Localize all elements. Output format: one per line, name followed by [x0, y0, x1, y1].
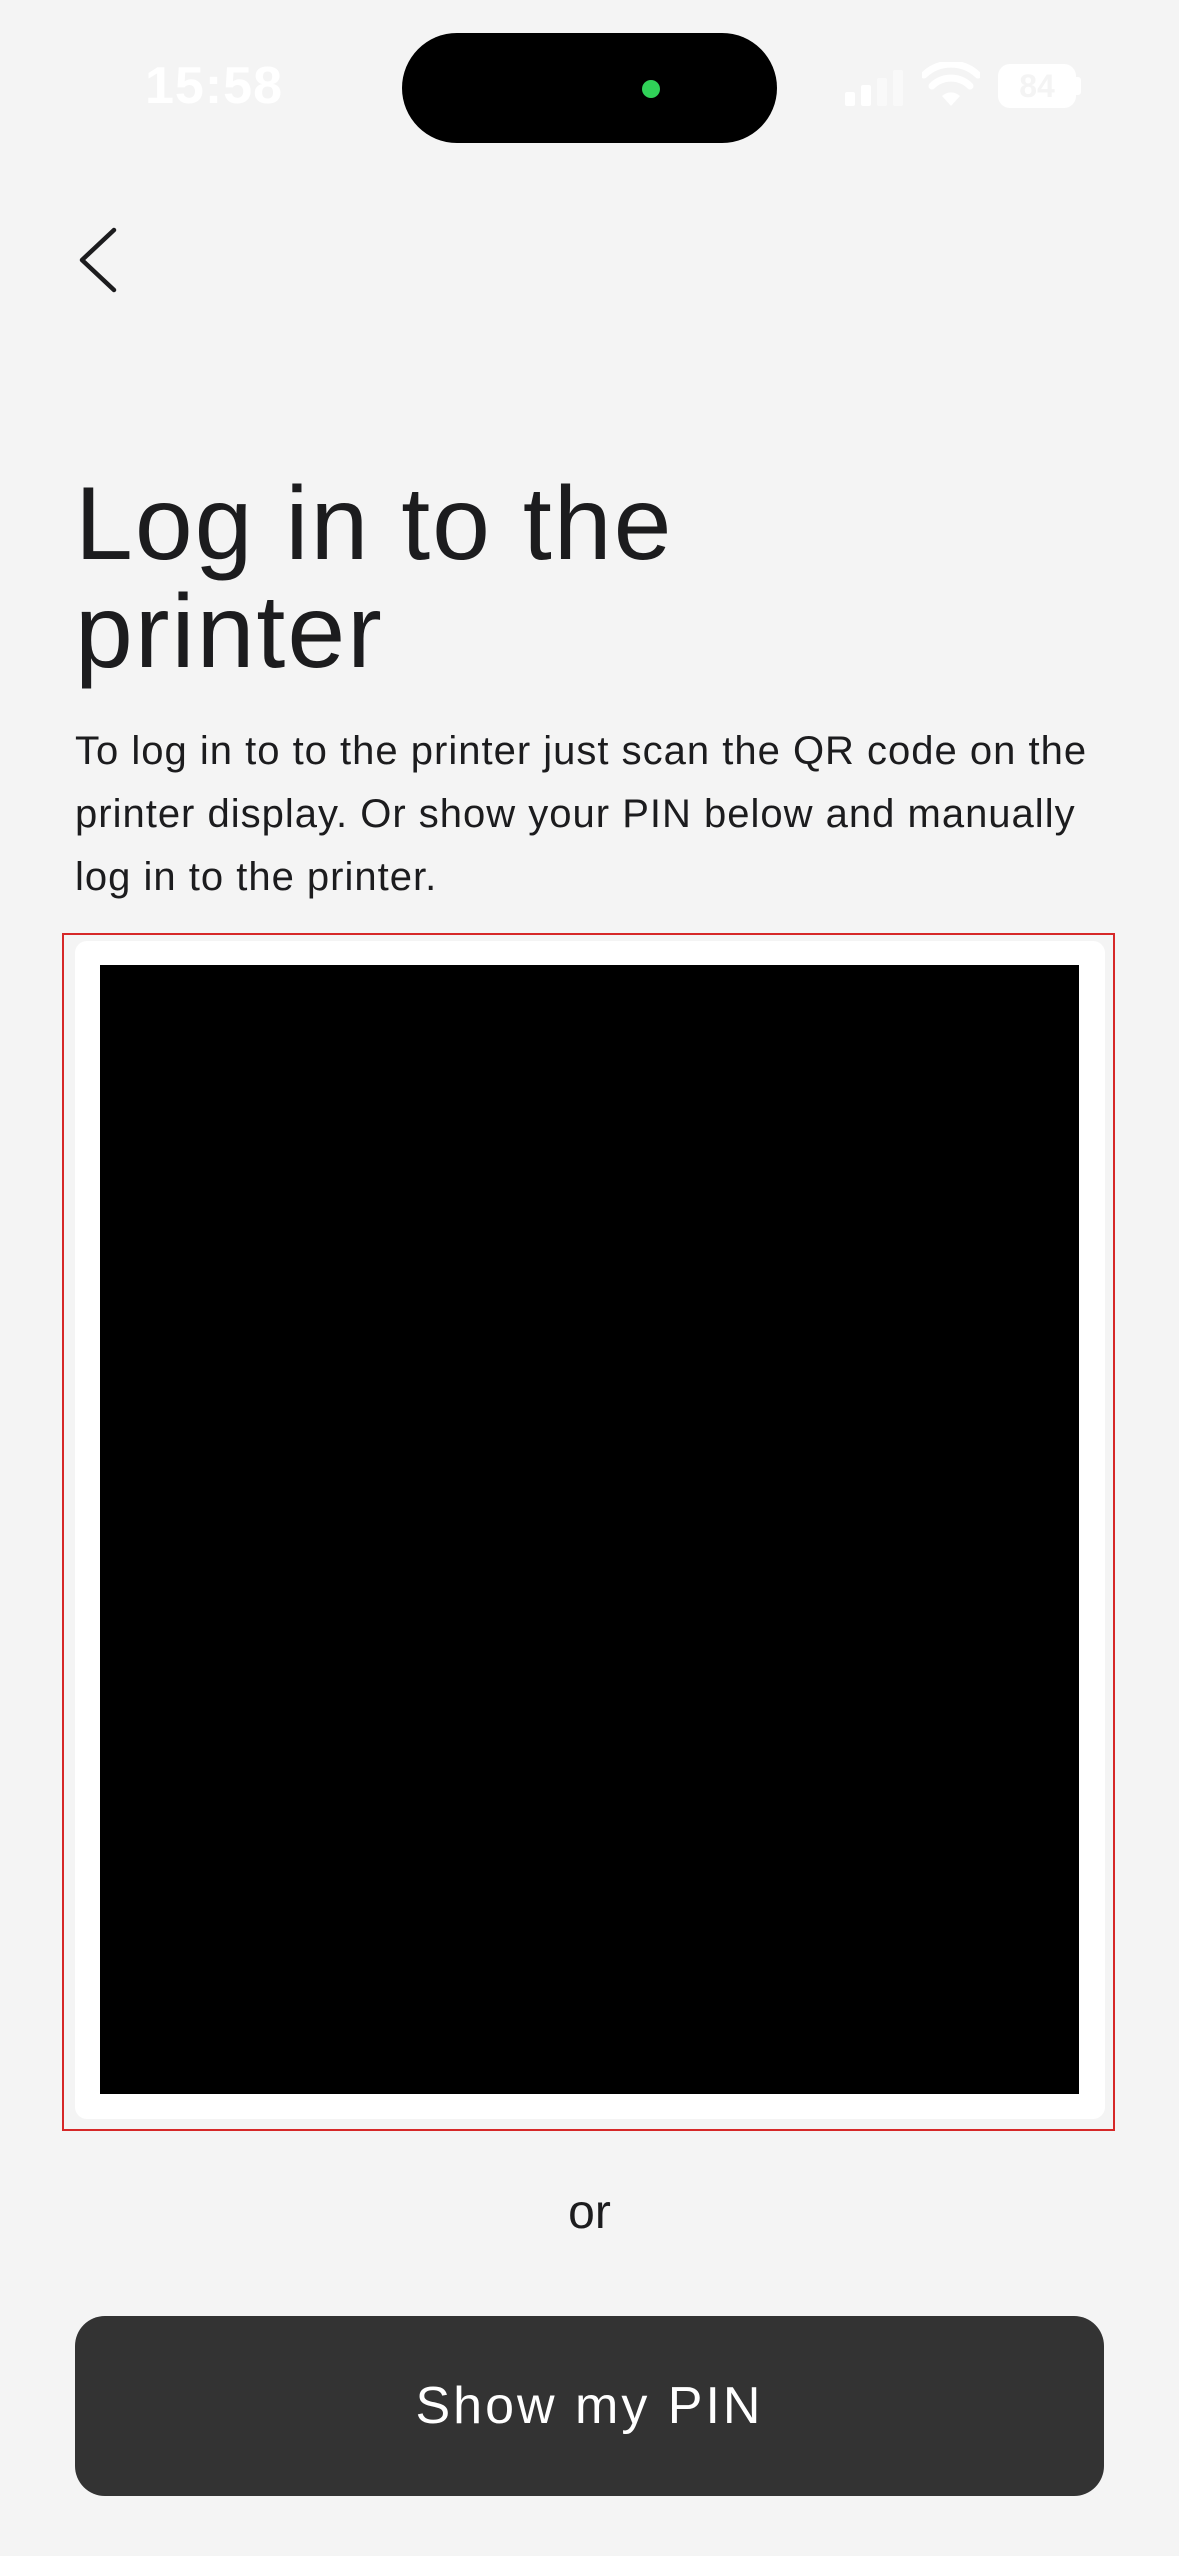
- camera-indicator-icon: [642, 80, 660, 98]
- show-pin-button-label: Show my PIN: [415, 2377, 764, 2435]
- status-time: 15:58: [145, 57, 283, 115]
- page-title-line-2: printer: [75, 574, 384, 690]
- wifi-icon: [922, 62, 980, 106]
- show-pin-button[interactable]: Show my PIN: [75, 2316, 1104, 2496]
- dynamic-island: [402, 33, 777, 143]
- battery-icon: 84: [998, 64, 1076, 108]
- page-title-line-1: Log in to the: [75, 466, 674, 582]
- page-description: To log in to to the printer just scan th…: [75, 729, 1088, 899]
- chevron-left-icon: [79, 227, 117, 293]
- qr-highlight-frame: [62, 933, 1115, 2131]
- signal-icon: [845, 70, 903, 106]
- back-button[interactable]: [60, 210, 140, 310]
- or-divider-text: or: [568, 2186, 611, 2239]
- battery-tip: [1076, 77, 1081, 95]
- page-title: Log in to the printer: [75, 470, 1095, 686]
